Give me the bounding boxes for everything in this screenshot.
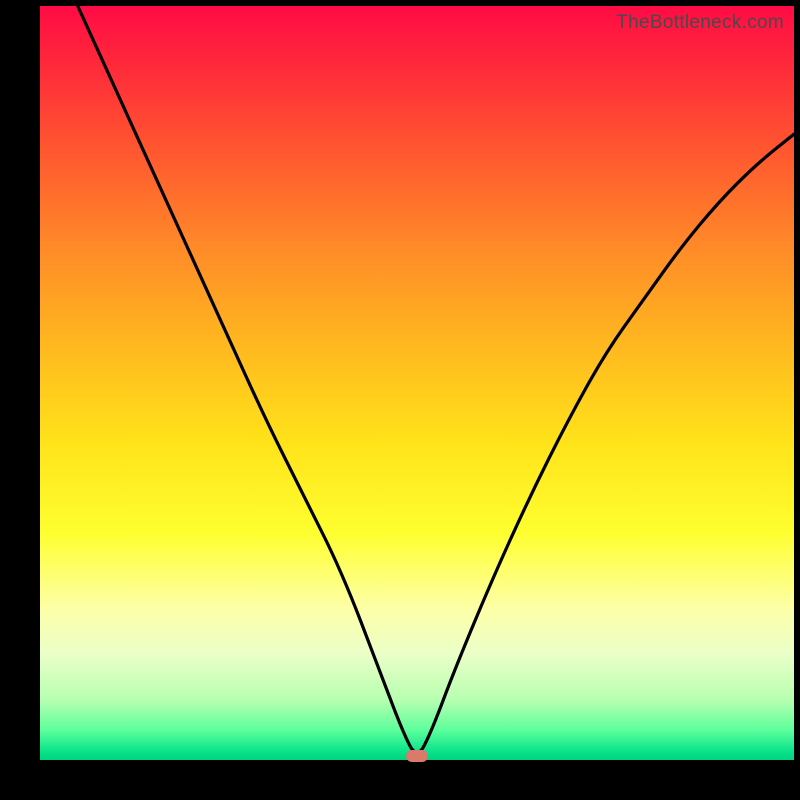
gradient-background bbox=[40, 6, 794, 760]
optimal-marker bbox=[406, 750, 428, 762]
plot-area: TheBottleneck.com bbox=[40, 6, 794, 760]
watermark-text: TheBottleneck.com bbox=[616, 12, 784, 34]
chart-container: TheBottleneck.com bbox=[0, 0, 800, 800]
